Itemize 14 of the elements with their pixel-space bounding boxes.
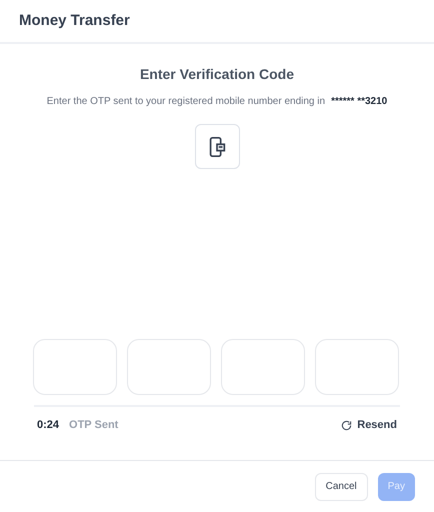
timer: 0:24	[37, 418, 60, 433]
window-title: Money Transfer	[19, 10, 130, 31]
refresh-icon	[341, 420, 352, 431]
heading: Enter Verification Code	[140, 65, 294, 84]
otp-digit-field[interactable]	[127, 339, 211, 395]
cancel-button[interactable]: Cancel	[314, 472, 368, 500]
otp-status: OTP Sent	[69, 418, 118, 433]
otp-digit-field[interactable]	[315, 339, 399, 395]
resend-button[interactable]: Resend	[341, 417, 397, 434]
otp-digit-field[interactable]	[221, 339, 305, 395]
masked-number: ****** **3210	[331, 95, 388, 109]
otp-digit-field[interactable]	[33, 339, 117, 395]
phone-message-icon	[194, 124, 240, 169]
instruction-text: Enter the OTP sent to your registered mobile number ending in	[46, 95, 326, 109]
